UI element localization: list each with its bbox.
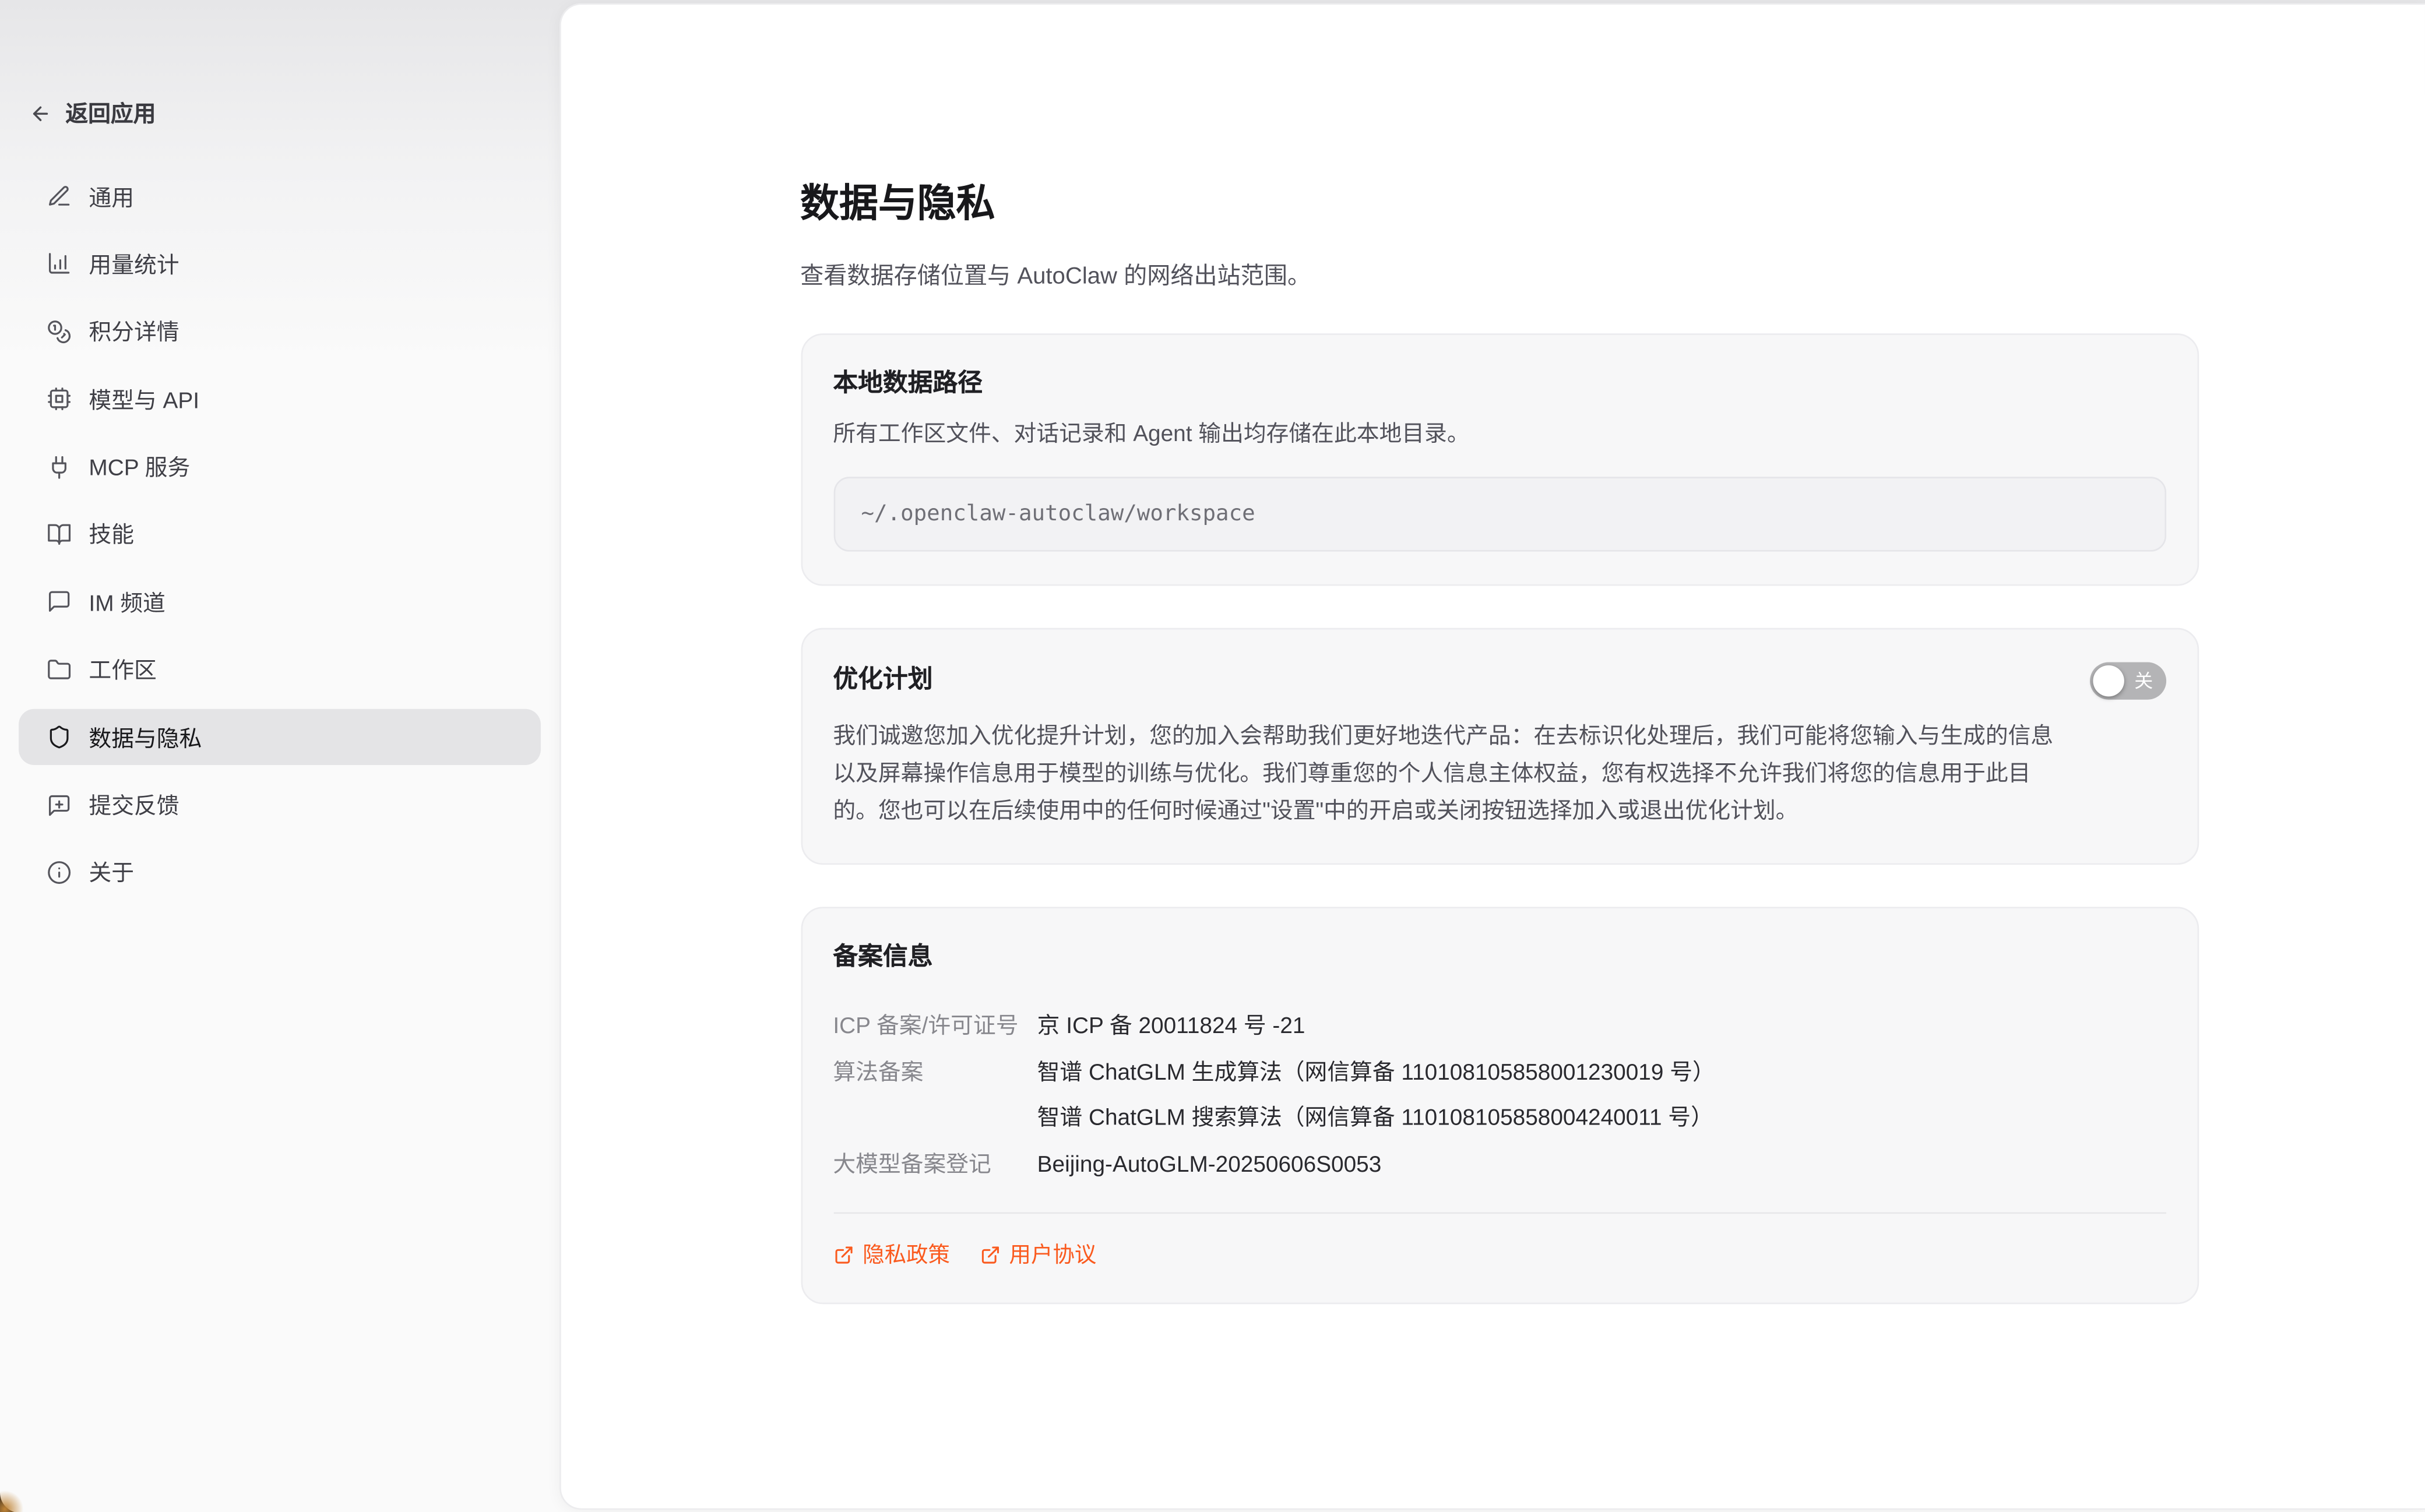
- back-to-app-label: 返回应用: [65, 97, 156, 129]
- filing-row-value: 智谱 ChatGLM 生成算法（网信算备 1101081058580012300…: [1037, 1052, 2166, 1098]
- sidebar-item-label: 提交反馈: [89, 788, 179, 821]
- back-to-app-button[interactable]: 返回应用: [30, 97, 156, 129]
- filing-row-value: Beijing-AutoGLM-20250606S0053: [1037, 1143, 2166, 1189]
- sidebar-item-general[interactable]: 通用: [19, 168, 541, 224]
- sidebar-item-label: 数据与隐私: [89, 721, 202, 753]
- optimization-toggle[interactable]: 关: [2089, 662, 2166, 699]
- settings-panel: 数据与隐私 查看数据存储位置与 AutoClaw 的网络出站范围。 本地数据路径…: [559, 2, 2425, 1509]
- data-privacy-page: 数据与隐私 查看数据存储位置与 AutoClaw 的网络出站范围。 本地数据路径…: [560, 4, 2198, 1305]
- optimization-description: 我们诚邀您加入优化提升计划，您的加入会帮助我们更好地迭代产品：在去标识化处理后，…: [833, 718, 2070, 831]
- page-subtitle: 查看数据存储位置与 AutoClaw 的网络出站范围。: [800, 258, 2198, 291]
- sidebar-item-about[interactable]: 关于: [19, 844, 541, 900]
- app-window: 返回应用 通用 用量统计 积分详情 模型与 API MCP 服务: [0, 0, 2425, 1512]
- sidebar-item-label: 关于: [89, 856, 134, 889]
- sidebar-item-label: 模型与 API: [89, 383, 199, 415]
- filing-row-label: 大模型备案登记: [833, 1143, 1037, 1189]
- policy-links: 隐私政策 用户协议: [833, 1239, 2165, 1270]
- desktop-background: 返回应用 通用 用量统计 积分详情 模型与 API MCP 服务: [0, 0, 2425, 1512]
- sidebar-item-label: MCP 服务: [89, 450, 190, 483]
- sidebar-item-feedback[interactable]: 提交反馈: [19, 777, 541, 833]
- folder-icon: [47, 657, 72, 682]
- settings-cards: 本地数据路径 所有工作区文件、对话记录和 Agent 输出均存储在此本地目录。 …: [800, 333, 2198, 1305]
- sidebar-item-im-channels[interactable]: IM 频道: [19, 574, 541, 630]
- card-title: 优化计划: [833, 664, 932, 698]
- filing-info-card: 备案信息 ICP 备案/许可证号 京 ICP 备 20011824 号 -21 …: [800, 907, 2198, 1305]
- external-link-icon: [833, 1245, 853, 1265]
- local-data-path-card: 本地数据路径 所有工作区文件、对话记录和 Agent 输出均存储在此本地目录。 …: [800, 333, 2198, 586]
- sidebar-item-label: 技能: [89, 518, 134, 551]
- filing-row-label: 算法备案: [833, 1052, 1037, 1144]
- toggle-state-label: 关: [2134, 671, 2153, 690]
- message-square-plus-icon: [47, 792, 72, 817]
- sidebar-item-usage-stats[interactable]: 用量统计: [19, 236, 541, 292]
- local-data-path-value: ~/.openclaw-autoclaw/workspace: [861, 501, 1255, 526]
- page-title: 数据与隐私: [800, 180, 2198, 229]
- plug-icon: [47, 454, 72, 480]
- external-link-icon: [980, 1245, 1000, 1265]
- local-data-path-field[interactable]: ~/.openclaw-autoclaw/workspace: [833, 477, 2165, 551]
- settings-sidebar: 返回应用 通用 用量统计 积分详情 模型与 API MCP 服务: [0, 0, 559, 1512]
- card-description: 所有工作区文件、对话记录和 Agent 输出均存储在此本地目录。: [833, 419, 2165, 450]
- sidebar-item-data-privacy[interactable]: 数据与隐私: [19, 709, 541, 765]
- privacy-policy-link[interactable]: 隐私政策: [833, 1239, 950, 1270]
- pencil-icon: [47, 184, 72, 209]
- sidebar-item-skills[interactable]: 技能: [19, 506, 541, 562]
- sidebar-nav: 通用 用量统计 积分详情 模型与 API MCP 服务 技能: [19, 168, 541, 901]
- sidebar-item-label: 工作区: [89, 653, 156, 686]
- filing-row-algorithm: 算法备案 智谱 ChatGLM 生成算法（网信算备 11010810585800…: [833, 1052, 2165, 1144]
- message-square-icon: [47, 590, 72, 615]
- toggle-knob-icon: [2092, 665, 2123, 696]
- sidebar-item-label: 用量统计: [89, 248, 179, 280]
- sidebar-item-label: 积分详情: [89, 315, 179, 348]
- user-agreement-label: 用户协议: [1009, 1239, 1097, 1270]
- sidebar-item-workspace[interactable]: 工作区: [19, 642, 541, 697]
- filing-row-icp: ICP 备案/许可证号 京 ICP 备 20011824 号 -21: [833, 1006, 2165, 1052]
- arrow-left-icon: [30, 102, 51, 124]
- sidebar-item-models-api[interactable]: 模型与 API: [19, 371, 541, 427]
- sidebar-item-credits[interactable]: 积分详情: [19, 304, 541, 360]
- user-agreement-link[interactable]: 用户协议: [980, 1239, 1097, 1270]
- filing-row-value: 智谱 ChatGLM 搜索算法（网信算备 1101081058580042400…: [1037, 1098, 2166, 1144]
- book-open-icon: [47, 522, 72, 547]
- optimization-plan-card: 优化计划 关 我们诚邀您加入优化提升计划，您的加入会帮助我们更好地迭代产品：在去…: [800, 628, 2198, 865]
- card-title: 备案信息: [833, 942, 2165, 976]
- coins-icon: [47, 319, 72, 344]
- filing-row-llm-registration: 大模型备案登记 Beijing-AutoGLM-20250606S0053: [833, 1143, 2165, 1189]
- sidebar-item-mcp-services[interactable]: MCP 服务: [19, 439, 541, 495]
- cpu-icon: [47, 387, 72, 412]
- shield-icon: [47, 725, 72, 750]
- privacy-policy-label: 隐私政策: [863, 1239, 950, 1270]
- filing-row-label: ICP 备案/许可证号: [833, 1006, 1037, 1052]
- filing-row-value: 京 ICP 备 20011824 号 -21: [1037, 1006, 2166, 1052]
- filing-rows: ICP 备案/许可证号 京 ICP 备 20011824 号 -21 算法备案 …: [833, 1006, 2165, 1190]
- info-icon: [47, 860, 72, 885]
- card-title: 本地数据路径: [833, 367, 2165, 401]
- divider: [833, 1213, 2165, 1214]
- sidebar-item-label: IM 频道: [89, 586, 165, 618]
- sidebar-item-label: 通用: [89, 180, 134, 213]
- chart-column-icon: [47, 252, 72, 277]
